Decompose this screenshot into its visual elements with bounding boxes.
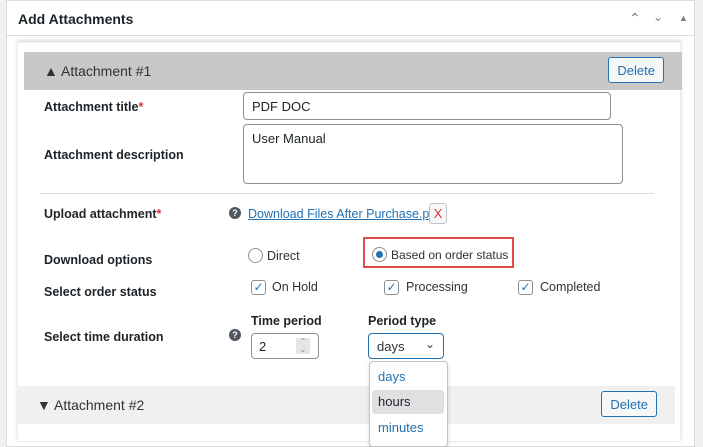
checkbox-on-hold[interactable]: ✓	[251, 280, 266, 295]
chevron-down-icon: ⌄	[424, 337, 435, 351]
delete-attachment-2-button[interactable]: Delete	[601, 391, 657, 417]
radio-based-on-order-status[interactable]	[372, 247, 387, 262]
attachment-2-title: ▼ Attachment #2	[37, 397, 145, 413]
checkbox-completed-label: Completed	[540, 280, 601, 294]
help-icon[interactable]: ?	[229, 329, 241, 341]
select-order-status-label: Select order status	[44, 285, 157, 299]
delete-attachment-1-button[interactable]: Delete	[608, 57, 664, 83]
attachment-description-textarea[interactable]: User Manual	[243, 124, 623, 184]
select-time-duration-label: Select time duration	[44, 330, 164, 344]
attachment-description-label: Attachment description	[44, 148, 184, 162]
option-days[interactable]: days	[372, 365, 444, 389]
checkbox-processing-label: Processing	[406, 280, 468, 294]
move-up-icon[interactable]: ⌃	[629, 10, 641, 27]
checkbox-on-hold-label: On Hold	[272, 280, 318, 294]
collapse-arrow-icon: ▲	[44, 63, 58, 79]
attachment-file-link[interactable]: Download Files After Purchase.pdf	[248, 207, 440, 221]
period-type-select[interactable]: days ⌄	[368, 333, 444, 359]
radio-direct[interactable]	[248, 248, 263, 263]
divider	[40, 193, 654, 194]
attachment-1-header[interactable]: ▲ Attachment #1 Delete	[24, 52, 682, 90]
move-down-icon[interactable]: ⌄	[653, 10, 663, 24]
download-options-label: Download options	[44, 253, 153, 267]
toggle-panel-icon[interactable]: ▲	[679, 13, 688, 23]
option-minutes[interactable]: minutes	[372, 416, 444, 440]
option-hours[interactable]: hours	[372, 390, 444, 414]
attachment-title-label: Attachment title*	[44, 100, 144, 114]
period-type-label: Period type	[368, 314, 437, 328]
panel-title: Add Attachments	[18, 11, 134, 27]
remove-file-button[interactable]: X	[429, 203, 447, 224]
attachment-1-title: ▲ Attachment #1	[44, 63, 152, 79]
time-period-label: Time period	[251, 314, 322, 328]
panel-header: Add Attachments ⌃ ⌄ ▲	[7, 1, 694, 36]
help-icon[interactable]: ?	[229, 207, 241, 219]
radio-based-on-order-status-label: Based on order status	[391, 248, 509, 262]
attachment-title-input[interactable]: PDF DOC	[243, 92, 611, 120]
period-type-dropdown: days hours minutes	[369, 361, 448, 447]
stepper-icon[interactable]: ⌃ ⌄	[296, 338, 310, 354]
checkbox-completed[interactable]: ✓	[518, 280, 533, 295]
checkbox-processing[interactable]: ✓	[384, 280, 399, 295]
radio-direct-label: Direct	[267, 249, 300, 263]
upload-attachment-label: Upload attachment*	[44, 207, 162, 221]
time-period-input[interactable]: 2 ⌃ ⌄	[251, 333, 319, 359]
attachment-2-header[interactable]: ▼ Attachment #2 Delete	[17, 386, 675, 424]
expand-arrow-icon: ▼	[37, 397, 51, 413]
